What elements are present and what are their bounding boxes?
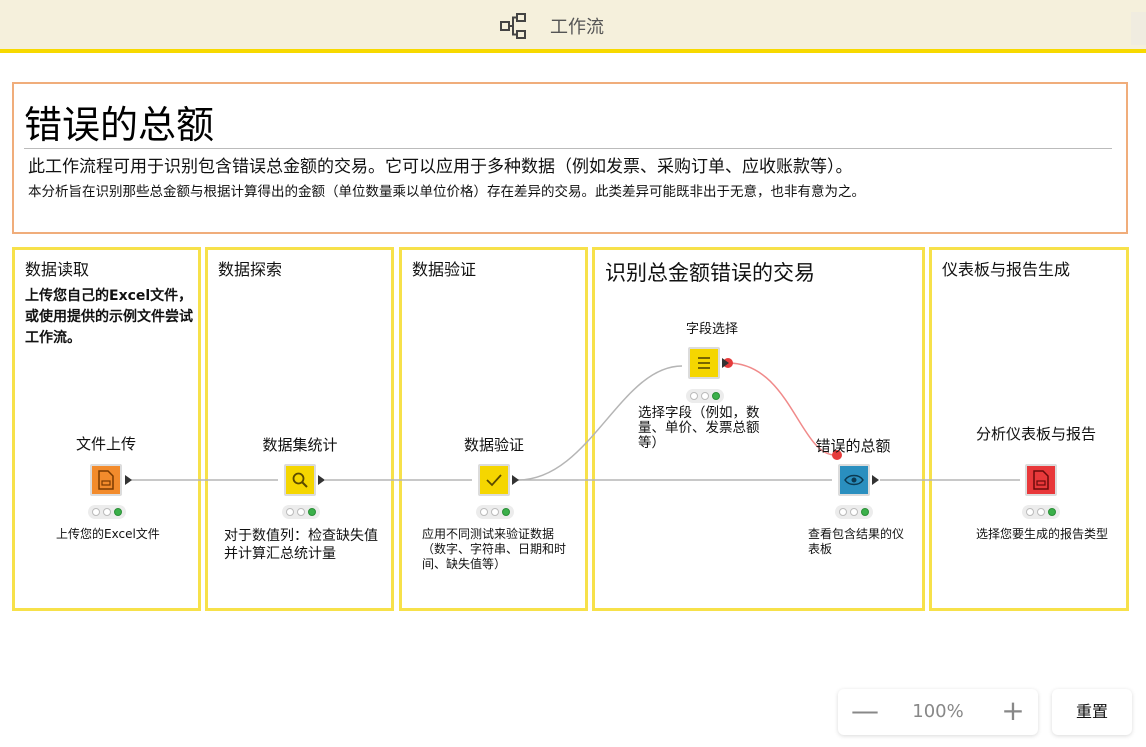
file-upload-icon (98, 470, 114, 490)
node-description: 对于数值列：检查缺失值并计算汇总统计量 (224, 528, 378, 562)
node-file-upload[interactable] (90, 464, 122, 496)
node-status (835, 505, 873, 519)
checkmark-icon (486, 474, 502, 487)
report-icon (1033, 470, 1049, 490)
node-description: 选择您要生成的报告类型 (976, 527, 1109, 541)
node-data-validation[interactable] (478, 464, 510, 496)
node-label[interactable]: 数据集统计 (262, 434, 337, 455)
node-column-filter[interactable] (688, 347, 720, 379)
zoom-in-button[interactable]: + (996, 695, 1030, 729)
node-label[interactable]: 错误的总额 (815, 435, 890, 456)
zoom-level[interactable]: 100% (908, 701, 968, 722)
node-label[interactable]: 字段选择 (686, 318, 738, 337)
output-port[interactable] (722, 358, 729, 368)
output-port[interactable] (318, 475, 325, 485)
node-label[interactable]: 数据验证 (464, 434, 524, 455)
node-dashboard-report[interactable] (1025, 464, 1057, 496)
zoom-controls: — 100% + (838, 689, 1038, 735)
node-status (282, 505, 320, 519)
node-status (476, 505, 514, 519)
output-port[interactable] (125, 475, 132, 485)
node-label[interactable]: 分析仪表板与报告 (976, 423, 1096, 444)
output-port[interactable] (512, 475, 519, 485)
list-icon (698, 357, 710, 369)
node-label[interactable]: 文件上传 (76, 433, 136, 454)
node-status (1022, 505, 1060, 519)
reset-zoom-button[interactable]: 重置 (1052, 689, 1132, 735)
node-status (88, 505, 126, 519)
connection-wires (131, 358, 1020, 481)
node-description: 查看包含结果的仪表板 (808, 527, 905, 556)
node-description: 上传您的Excel文件 (56, 527, 160, 541)
search-icon (292, 472, 308, 488)
node-dataset-statistics[interactable] (284, 464, 316, 496)
output-port[interactable] (872, 475, 879, 485)
eye-icon (844, 474, 864, 486)
node-description: 应用不同测试来验证数据（数字、字符串、日期和时间、缺失值等） (422, 527, 567, 571)
node-description: 选择字段（例如，数量、单价、发票总额等） (638, 405, 760, 451)
node-incorrect-totals[interactable] (838, 464, 870, 496)
node-status (686, 389, 724, 403)
zoom-out-button[interactable]: — (848, 695, 882, 729)
